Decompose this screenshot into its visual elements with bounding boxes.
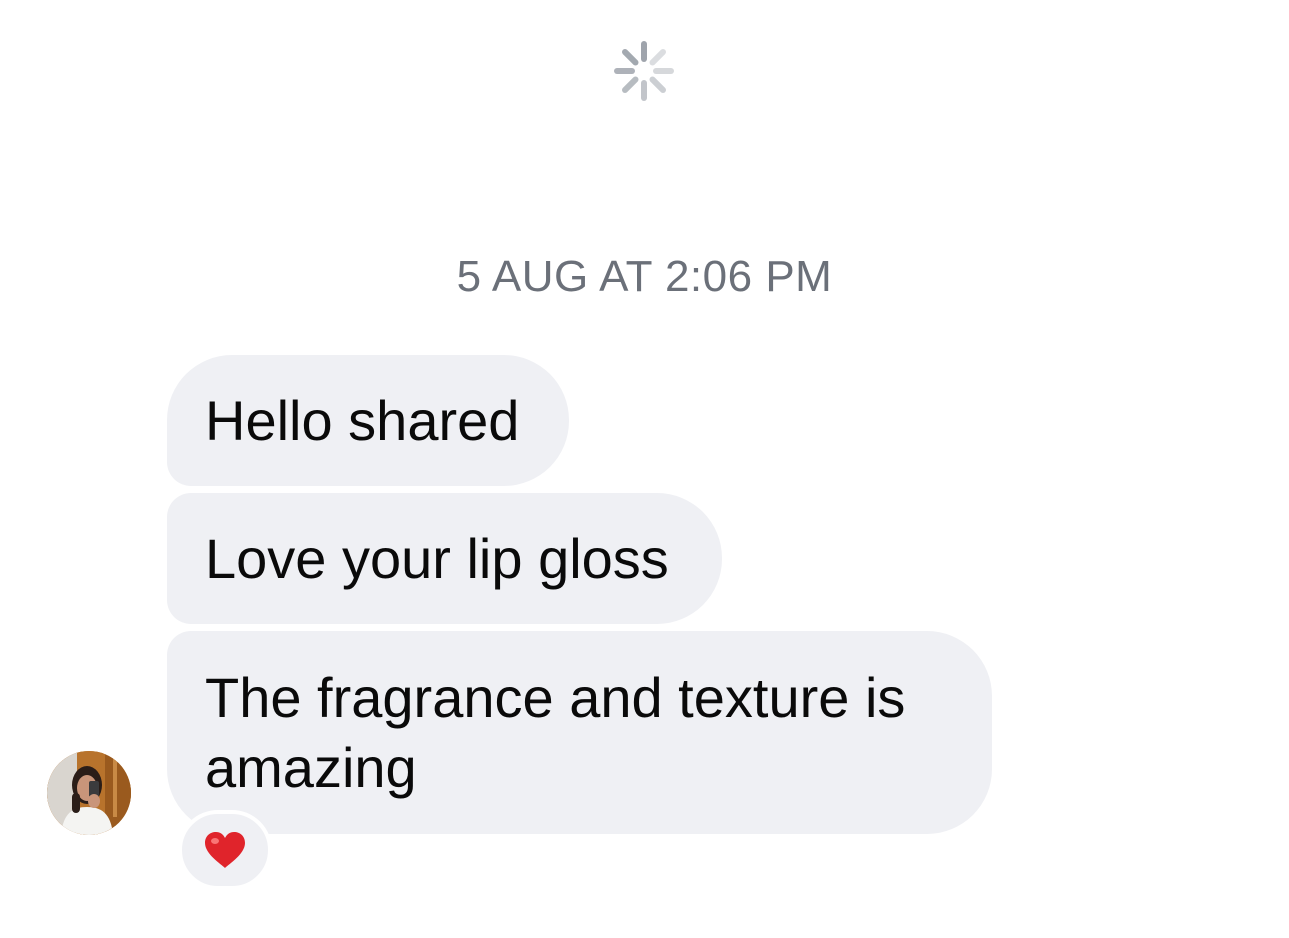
message-bubble[interactable]: The fragrance and texture is amazing (167, 631, 992, 834)
message-bubble[interactable]: Love your lip gloss (167, 493, 722, 624)
message-timestamp: 5 AUG AT 2:06 PM (456, 252, 833, 301)
reaction-badge[interactable] (178, 810, 272, 890)
message-text: Love your lip gloss (205, 526, 669, 590)
message-bubble[interactable]: Hello shared (167, 355, 569, 486)
message-text: The fragrance and texture is amazing (205, 666, 906, 799)
avatar[interactable] (47, 751, 131, 835)
spinner-icon (614, 41, 674, 101)
avatar-photo (47, 751, 131, 835)
message-text: Hello shared (205, 388, 520, 452)
heart-icon (205, 832, 245, 868)
